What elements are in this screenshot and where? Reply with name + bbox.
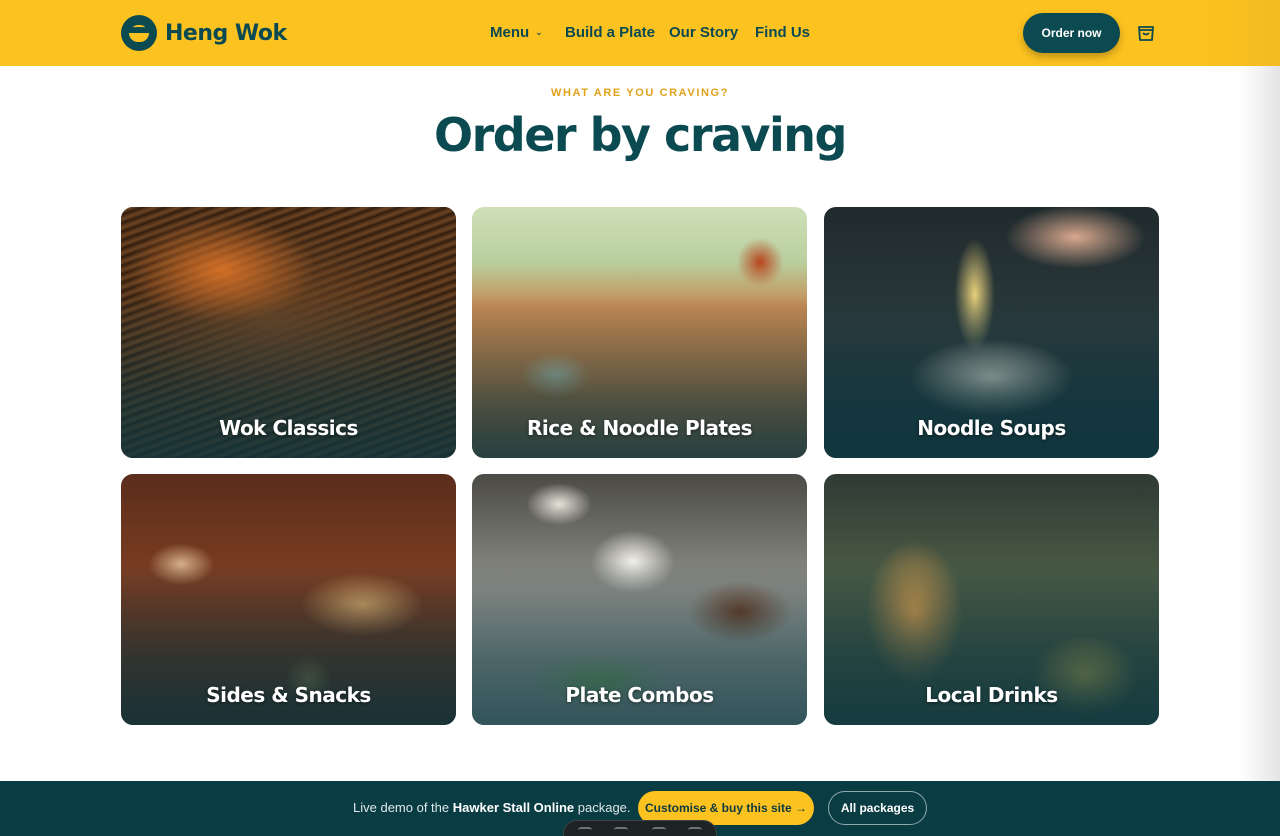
demo-text: Live demo of the Hawker Stall Online pac… xyxy=(353,800,631,815)
category-card-wok-classics[interactable]: Wok Classics xyxy=(121,207,456,458)
category-card-plate-combos[interactable]: Plate Combos xyxy=(472,474,807,725)
chevron-down-icon: ⌄ xyxy=(535,26,543,37)
category-card-noodle-soups[interactable]: Noodle Soups xyxy=(824,207,1159,458)
package-name: Hawker Stall Online xyxy=(452,800,575,815)
section-eyebrow: WHAT ARE YOU CRAVING? xyxy=(550,87,730,99)
nav-item-our-story[interactable]: Our Story xyxy=(669,22,738,42)
section-title: Order by craving xyxy=(434,108,847,162)
demo-text-suffix: package. xyxy=(577,800,631,815)
category-label: Sides & Snacks xyxy=(206,683,371,707)
toolbar-icon[interactable] xyxy=(688,827,702,835)
category-label: Noodle Soups xyxy=(917,416,1066,440)
brand-name: Heng Wok xyxy=(165,20,287,46)
toolbar-icon[interactable] xyxy=(652,827,666,835)
category-label: Rice & Noodle Plates xyxy=(527,416,753,440)
category-card-local-drinks[interactable]: Local Drinks xyxy=(824,474,1159,725)
nav-item-find-us[interactable]: Find Us xyxy=(755,22,810,42)
category-card-sides-snacks[interactable]: Sides & Snacks xyxy=(121,474,456,725)
toolbar-icon[interactable] xyxy=(578,827,592,835)
nav-item-build-a-plate[interactable]: Build a Plate xyxy=(565,22,655,42)
nav-item-menu[interactable]: Menu ⌄ xyxy=(490,22,543,42)
edge-shadow xyxy=(1240,66,1280,781)
toolbar-icon[interactable] xyxy=(614,827,628,835)
order-now-button[interactable]: Order now xyxy=(1023,13,1120,53)
wok-bowl-icon xyxy=(121,15,157,51)
category-label: Plate Combos xyxy=(565,683,714,707)
all-packages-button[interactable]: All packages xyxy=(828,791,927,825)
category-label: Local Drinks xyxy=(925,683,1058,707)
category-card-rice-noodle-plates[interactable]: Rice & Noodle Plates xyxy=(472,207,807,458)
site-header: Heng Wok Menu ⌄ Build a Plate Our Story … xyxy=(0,0,1280,66)
brand-logo-link[interactable]: Heng Wok xyxy=(121,15,287,51)
floating-toolbar[interactable] xyxy=(563,820,717,836)
demo-text-prefix: Live demo of the xyxy=(353,800,450,815)
shopping-bag-icon[interactable] xyxy=(1136,23,1156,43)
nav-item-label: Menu xyxy=(490,23,530,41)
category-label: Wok Classics xyxy=(219,416,358,440)
